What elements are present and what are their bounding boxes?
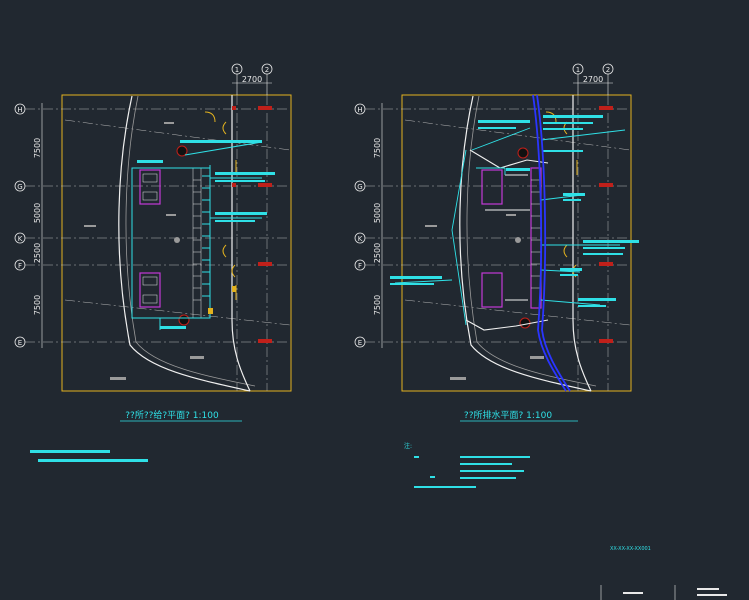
left-axis-bubbles <box>14 103 26 348</box>
right-plan: 1 2 2700 H G K F E 7500 5000 2500 7500 ?… <box>354 63 639 488</box>
left-toilet-rooms <box>139 169 161 308</box>
axis-label-H-right: H <box>357 106 362 114</box>
axis-label-1: 1 <box>235 66 239 74</box>
left-stall-row <box>192 167 202 319</box>
left-plan-title: ??所??给?平面? 1:100 <box>125 409 219 421</box>
right-axis-bubbles <box>354 103 366 348</box>
dim-7500-top-right: 7500 <box>373 138 382 158</box>
axis-label-G-right: G <box>357 183 362 191</box>
axis-label-1-right: 1 <box>576 66 580 74</box>
right-notes-header: 注: <box>404 442 412 450</box>
drawing-number: XX-XX-XX-XX001 <box>610 546 651 552</box>
right-stall-row <box>531 179 541 289</box>
dim-7500-bottom-right: 7500 <box>373 295 382 315</box>
cad-drawing-canvas: 1 2 2700 H G K F E 7500 5000 2500 7500 ?… <box>14 63 727 600</box>
axis-label-2: 2 <box>265 66 269 74</box>
dim-7500-top-left: 7500 <box>33 138 42 158</box>
axis-label-G: G <box>17 183 22 191</box>
dim-5000-right: 5000 <box>373 203 382 223</box>
right-curved-wall-outer <box>459 95 592 392</box>
left-plan-frame <box>61 94 292 392</box>
axis-label-F: F <box>18 262 22 270</box>
right-room-tags <box>425 214 544 380</box>
left-notes <box>30 450 148 462</box>
left-room-fixtures <box>142 173 158 304</box>
axis-label-2-right: 2 <box>606 66 610 74</box>
title-block <box>600 585 727 600</box>
right-notes <box>414 456 530 488</box>
axis-label-H: H <box>17 106 22 114</box>
left-plan: 1 2 2700 H G K F E 7500 5000 2500 7500 ?… <box>14 63 292 462</box>
dim-2500-right: 2500 <box>373 243 382 263</box>
right-pipe-labels <box>390 115 639 307</box>
dim-2500-left: 2500 <box>33 243 42 263</box>
dim-5000-left: 5000 <box>33 203 42 223</box>
left-grid-lines <box>25 95 291 391</box>
dim-2700-right: 2700 <box>583 75 603 84</box>
axis-label-F-right: F <box>358 262 362 270</box>
axis-label-K: K <box>18 235 23 243</box>
right-plan-title: ??所排水平面? 1:100 <box>464 409 552 421</box>
axis-label-E: E <box>18 339 22 347</box>
left-right-wall <box>231 95 251 392</box>
left-curved-wall-inner <box>125 95 256 387</box>
right-wall-markers <box>599 106 613 343</box>
left-columns <box>174 145 190 326</box>
axis-label-K-right: K <box>358 235 363 243</box>
dim-2700-left: 2700 <box>242 75 262 84</box>
dim-7500-bottom-left: 7500 <box>33 295 42 315</box>
axis-label-E-right: E <box>358 339 362 347</box>
